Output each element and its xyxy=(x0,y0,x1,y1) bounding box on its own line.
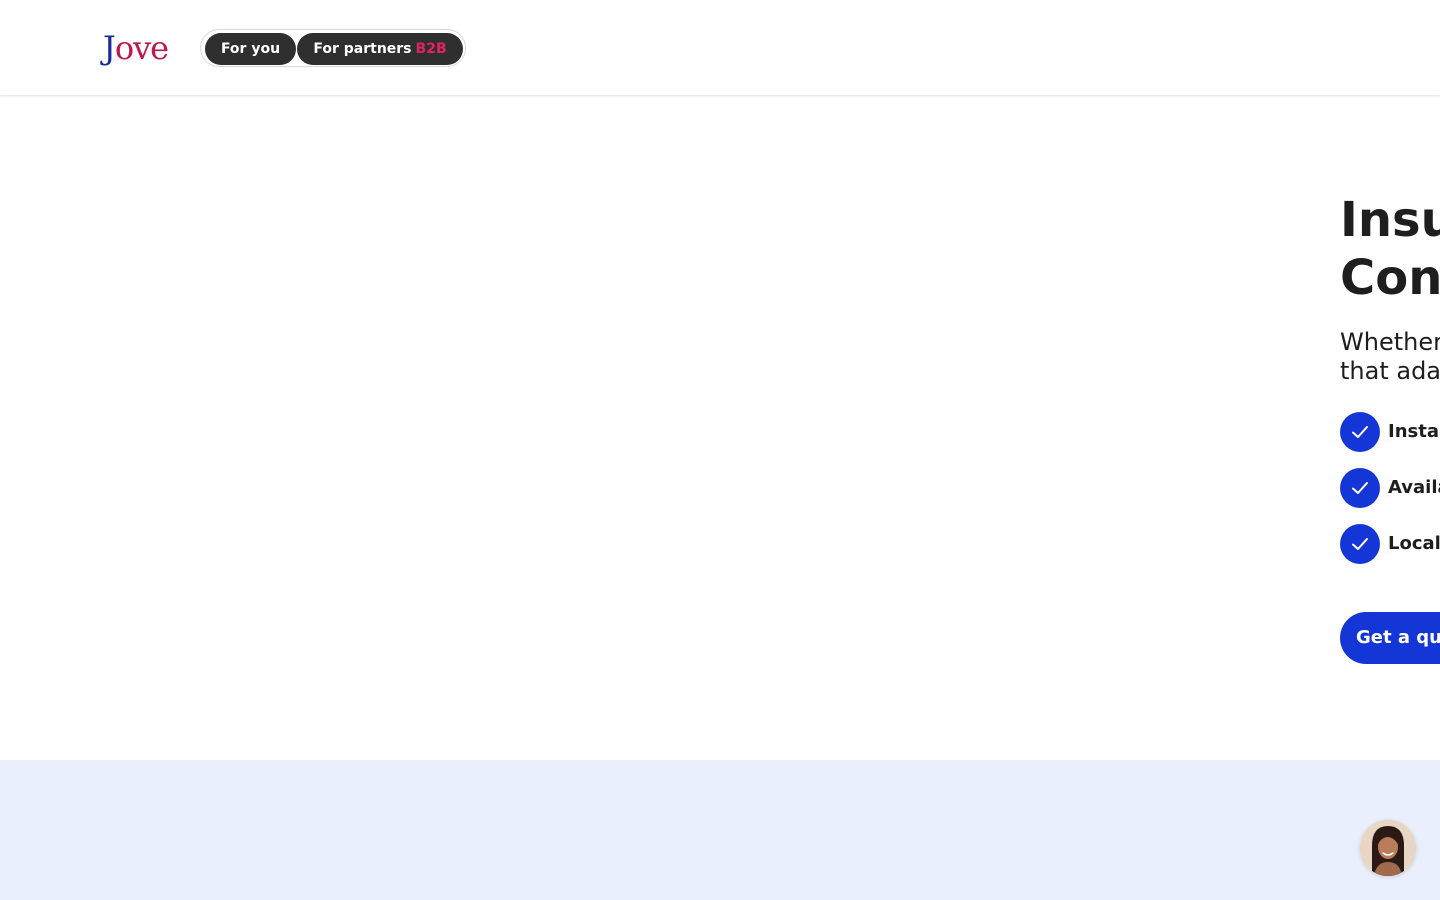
hero-subtitle: Whether that ada xyxy=(1340,328,1440,386)
audience-switcher: For you For partners B2B xyxy=(200,29,466,67)
hero-title-line1: Insu xyxy=(1340,192,1440,248)
hero-subtitle-line2: that ada xyxy=(1340,357,1440,385)
hero-title-line2: Con xyxy=(1340,250,1440,306)
tab-for-partners[interactable]: For partners B2B xyxy=(297,33,463,65)
logo-first-letter: J xyxy=(103,29,116,67)
chat-avatar[interactable] xyxy=(1360,820,1416,876)
check-icon xyxy=(1340,524,1380,564)
jove-logo[interactable]: Jove xyxy=(103,28,169,68)
feature-label: Availa xyxy=(1388,477,1440,498)
hero-subtitle-line1: Whether xyxy=(1340,328,1440,356)
check-icon xyxy=(1340,468,1380,508)
hero-title: Insu Con xyxy=(1340,191,1440,307)
feature-label: Local xyxy=(1388,533,1440,554)
light-blue-section xyxy=(0,760,1440,900)
logo-rest: ove xyxy=(114,29,169,67)
tab-for-partners-label: For partners xyxy=(313,41,412,57)
site-header: Jove For you For partners B2B xyxy=(0,0,1440,95)
get-quote-button[interactable]: Get a qu xyxy=(1340,612,1440,664)
feature-label: Insta xyxy=(1388,421,1439,442)
avatar-portrait-icon xyxy=(1360,820,1416,876)
tab-for-you-label: For you xyxy=(220,41,281,57)
check-icon xyxy=(1340,412,1380,452)
tab-for-you[interactable]: For you xyxy=(205,33,296,65)
b2b-badge: B2B xyxy=(415,41,447,57)
